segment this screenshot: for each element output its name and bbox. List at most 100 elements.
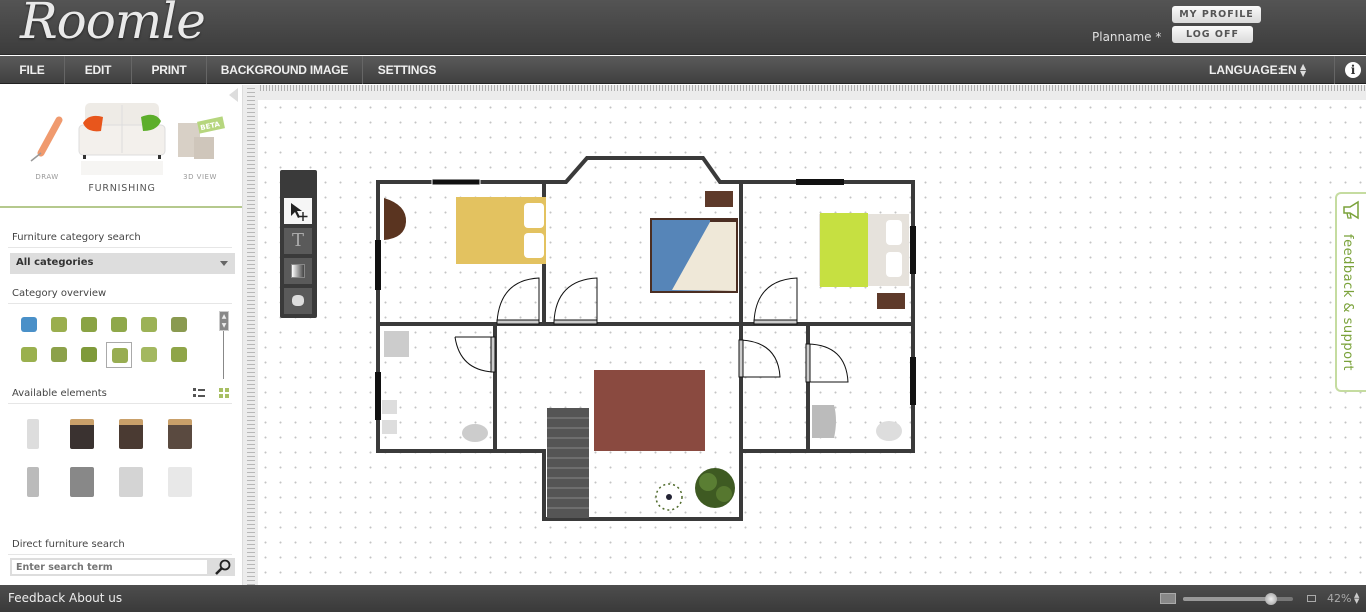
megaphone-icon	[1343, 200, 1359, 220]
menu-edit[interactable]: EDIT	[65, 56, 132, 84]
menu-print[interactable]: PRINT	[132, 56, 207, 84]
category-select-value: All categories	[16, 257, 94, 268]
search-icon[interactable]	[211, 559, 233, 575]
zoom-slider[interactable]	[1183, 593, 1293, 605]
log-off-button[interactable]: LOG OFF	[1172, 26, 1253, 43]
coat-rack-icon[interactable]	[15, 415, 51, 455]
horizontal-ruler	[258, 85, 1366, 100]
category-scrollbar-thumb[interactable]: ▲ ▼	[219, 311, 229, 331]
washing-machine-icon[interactable]	[162, 463, 198, 503]
menu-settings[interactable]: SETTINGS	[363, 56, 451, 84]
header: Roomle Planname * MY PROFILE LOG OFF	[0, 0, 1366, 55]
roomle-logo[interactable]: Roomle	[20, 0, 206, 50]
oven-dark-icon[interactable]	[64, 415, 100, 455]
category-glyph	[21, 347, 37, 362]
plan-name[interactable]: Planname *	[1092, 30, 1161, 44]
plant-icon[interactable]	[76, 342, 102, 368]
sidebar: DRAW FURNISHING BETA 3D VIEW Furniture c…	[0, 85, 242, 585]
washer-dark-icon[interactable]	[162, 415, 198, 455]
lamp-icon[interactable]	[136, 342, 162, 368]
sofa-icon[interactable]	[16, 342, 42, 368]
gradient-tool[interactable]	[284, 258, 312, 284]
divider	[1334, 56, 1335, 84]
dishwasher-white-icon[interactable]	[113, 463, 149, 503]
divider	[8, 303, 232, 304]
list-view-icon[interactable]	[193, 388, 205, 398]
cabinet-icon[interactable]	[46, 342, 72, 368]
menu-background-image[interactable]: BACKGROUND IMAGE	[207, 56, 363, 84]
nightstand	[705, 191, 733, 207]
divider	[0, 206, 242, 208]
menu-file[interactable]: FILE	[0, 56, 65, 84]
menu-bar: FILE EDIT PRINT BACKGROUND IMAGE SETTING…	[0, 56, 1366, 84]
category-glyph	[112, 348, 128, 363]
sink-icon[interactable]	[46, 312, 72, 338]
fridge-grey-icon[interactable]	[64, 463, 100, 503]
floor-plan-canvas[interactable]	[258, 100, 1366, 585]
element-thumbnail	[168, 467, 192, 497]
sink	[382, 400, 397, 414]
nightstand	[877, 293, 905, 309]
element-thumbnail	[168, 419, 192, 449]
chair-icon[interactable]	[166, 312, 192, 338]
search-input[interactable]	[12, 560, 207, 574]
language-select[interactable]: EN	[1280, 56, 1297, 84]
language-stepper-icon[interactable]: ▲ ▼	[1300, 63, 1306, 78]
element-thumbnail	[27, 467, 39, 497]
mode-furnishing[interactable]: FURNISHING	[75, 97, 169, 195]
zoom-slider-fill	[1183, 597, 1271, 601]
appliance-icon[interactable]	[106, 342, 132, 368]
fridge-narrow-icon[interactable]	[15, 463, 51, 503]
element-thumbnail	[119, 419, 143, 449]
tool-palette: T	[280, 170, 317, 318]
feedback-support-tab[interactable]: feedback & support	[1335, 192, 1366, 392]
shape-tool[interactable]	[284, 288, 312, 314]
feedback-support-label: feedback & support	[1340, 234, 1355, 372]
kitchen-icon[interactable]	[106, 312, 132, 338]
category-glyph	[111, 317, 127, 332]
vertical-ruler	[242, 85, 258, 585]
available-elements-label: Available elements	[12, 388, 107, 399]
category-glyph	[141, 317, 157, 332]
category-select[interactable]: All categories	[10, 253, 235, 274]
divider	[8, 403, 232, 404]
bathtub-icon[interactable]	[16, 312, 42, 338]
grid-view-icon[interactable]	[219, 388, 229, 398]
zoom-fit-icon[interactable]	[1160, 593, 1176, 604]
feedback-link[interactable]: Feedback	[8, 591, 65, 605]
shape-icon	[292, 295, 304, 306]
category-glyph	[51, 347, 67, 362]
category-scrollbar-track[interactable]	[223, 325, 224, 379]
dresser-icon[interactable]	[166, 342, 192, 368]
shower	[384, 331, 409, 357]
collapse-sidebar-icon[interactable]	[229, 88, 238, 102]
category-glyph	[21, 317, 37, 332]
category-search-label: Furniture category search	[12, 232, 141, 243]
bed-icon[interactable]	[136, 312, 162, 338]
zoom-stepper-icon[interactable]: ▲ ▼	[1354, 592, 1359, 605]
my-profile-button[interactable]: MY PROFILE	[1172, 6, 1261, 23]
divider	[8, 247, 232, 248]
category-glyph	[81, 347, 97, 362]
mode-3d-view[interactable]: BETA 3D VIEW	[170, 115, 230, 185]
footer: Feedback About us 42% ▲ ▼	[0, 585, 1366, 612]
sofa-icon	[78, 103, 166, 175]
toilet	[462, 424, 488, 442]
about-us-link[interactable]: About us	[69, 591, 122, 605]
toilet-icon[interactable]	[76, 312, 102, 338]
element-thumbnail	[70, 467, 94, 497]
divider	[8, 554, 232, 555]
floor-plan[interactable]	[258, 100, 1366, 585]
select-move-tool[interactable]	[284, 198, 312, 224]
zoom-slider-thumb[interactable]	[1265, 593, 1277, 605]
language-label: LANGUAGE:	[1209, 63, 1282, 77]
mode-draw[interactable]: DRAW	[22, 115, 72, 185]
round-table	[384, 198, 407, 240]
mode-3d-label: 3D VIEW	[183, 173, 217, 181]
zoom-actual-icon[interactable]	[1307, 595, 1316, 602]
text-tool[interactable]: T	[284, 228, 312, 254]
dishwasher-dark-icon[interactable]	[113, 415, 149, 455]
element-thumbnail	[119, 467, 143, 497]
element-thumbnail	[70, 419, 94, 449]
info-icon[interactable]: i	[1345, 62, 1361, 78]
